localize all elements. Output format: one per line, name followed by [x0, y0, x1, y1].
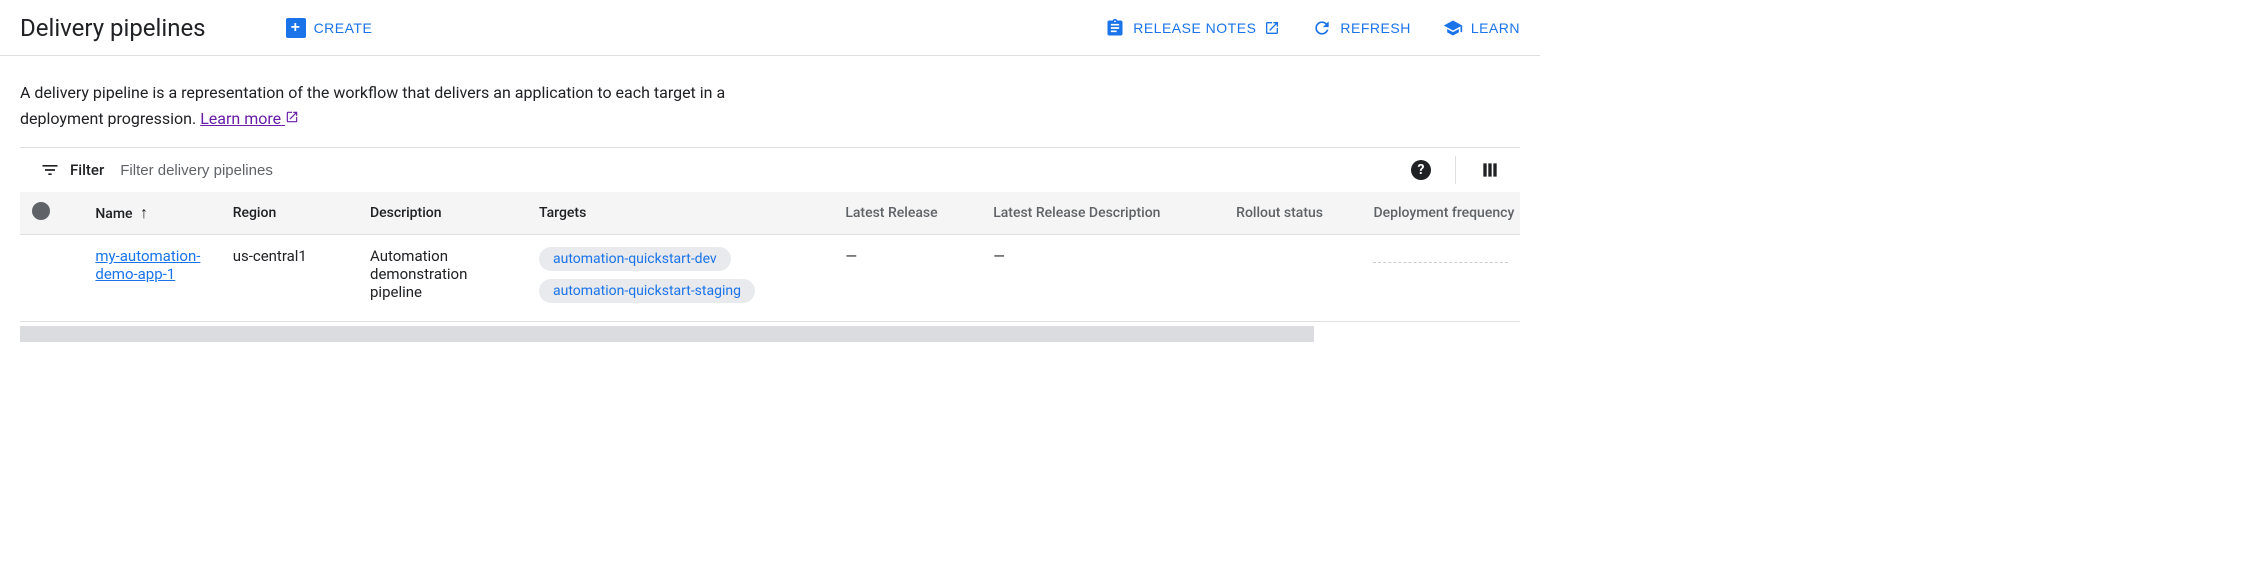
notes-icon [1105, 18, 1125, 38]
cell-latest-release: — [833, 235, 981, 322]
learn-more-link[interactable]: Learn more [200, 109, 299, 128]
deploy-freq-placeholder [1373, 247, 1508, 263]
col-description-label: Description [370, 205, 442, 221]
col-region-label: Region [233, 205, 277, 221]
sort-ascending-icon: ↑ [140, 203, 148, 222]
target-chip[interactable]: automation-quickstart-staging [539, 279, 755, 303]
horizontal-scrollbar[interactable] [20, 326, 1314, 342]
col-latest-release-header[interactable]: Latest Release [833, 192, 981, 235]
cell-name: my-automation-demo-app-1 [83, 235, 220, 322]
filter-input[interactable] [120, 162, 1411, 179]
filter-right-icons: ? [1411, 156, 1500, 184]
filter-bar: Filter ? [20, 147, 1520, 192]
header-actions-right: Release Notes Refresh Learn [1105, 18, 1520, 38]
col-rollout-status-header[interactable]: Rollout status [1224, 192, 1361, 235]
pipeline-name-link[interactable]: my-automation-demo-app-1 [95, 247, 200, 283]
description-text: A delivery pipeline is a representation … [20, 80, 740, 131]
target-chip[interactable]: automation-quickstart-dev [539, 247, 731, 271]
col-latest-release-desc-label: Latest Release Description [993, 205, 1160, 221]
refresh-label: Refresh [1340, 20, 1410, 36]
cell-deploy-freq [1361, 235, 1520, 322]
open-in-new-icon [1264, 20, 1280, 36]
refresh-button[interactable]: Refresh [1312, 18, 1410, 38]
release-notes-label: Release Notes [1133, 20, 1256, 36]
target-chips: automation-quickstart-dev automation-qui… [539, 247, 821, 309]
cell-status [20, 235, 83, 322]
col-status-header[interactable] [20, 192, 83, 235]
filter-icon [40, 160, 60, 180]
learn-icon [1443, 18, 1463, 38]
col-name-label: Name [95, 206, 132, 222]
learn-button[interactable]: Learn [1443, 18, 1520, 38]
create-button[interactable]: + Create [286, 18, 373, 38]
status-dot-icon [32, 202, 50, 220]
description-body: A delivery pipeline is a representation … [20, 83, 725, 128]
page-title: Delivery pipelines [20, 14, 206, 42]
col-deploy-freq-header[interactable]: Deployment frequency [1361, 192, 1520, 235]
learn-label: Learn [1471, 20, 1520, 36]
description-section: A delivery pipeline is a representation … [0, 56, 760, 147]
filter-label-text: Filter [70, 161, 104, 179]
release-notes-button[interactable]: Release Notes [1105, 18, 1280, 38]
col-rollout-status-label: Rollout status [1236, 205, 1323, 221]
refresh-icon [1312, 18, 1332, 38]
divider [1455, 156, 1456, 184]
cell-description: Automation demonstration pipeline [358, 235, 527, 322]
col-region-header[interactable]: Region [221, 192, 358, 235]
learn-more-label: Learn more [200, 109, 281, 128]
page-header: Delivery pipelines + Create Release Note… [0, 0, 1540, 56]
col-latest-release-label: Latest Release [845, 205, 937, 221]
columns-icon[interactable] [1480, 160, 1500, 180]
create-button-label: Create [314, 20, 373, 36]
col-targets-label: Targets [539, 205, 586, 221]
open-in-new-icon [285, 110, 299, 124]
header-actions-left: + Create [286, 18, 373, 38]
cell-targets: automation-quickstart-dev automation-qui… [527, 235, 833, 322]
pipelines-table: Name ↑ Region Description Targets Latest… [20, 192, 1520, 322]
cell-region: us-central1 [221, 235, 358, 322]
col-latest-release-desc-header[interactable]: Latest Release Description [981, 192, 1224, 235]
help-icon[interactable]: ? [1411, 160, 1431, 180]
col-targets-header[interactable]: Targets [527, 192, 833, 235]
table-header-row: Name ↑ Region Description Targets Latest… [20, 192, 1520, 235]
cell-latest-release-desc: — [981, 235, 1224, 322]
plus-icon: + [286, 18, 306, 38]
filter-label-group: Filter [40, 160, 104, 180]
col-description-header[interactable]: Description [358, 192, 527, 235]
col-name-header[interactable]: Name ↑ [83, 192, 220, 235]
col-deploy-freq-label: Deployment frequency [1373, 205, 1514, 221]
table-row[interactable]: my-automation-demo-app-1 us-central1 Aut… [20, 235, 1520, 322]
table-wrapper: Name ↑ Region Description Targets Latest… [20, 192, 1520, 322]
cell-rollout-status [1224, 235, 1361, 322]
